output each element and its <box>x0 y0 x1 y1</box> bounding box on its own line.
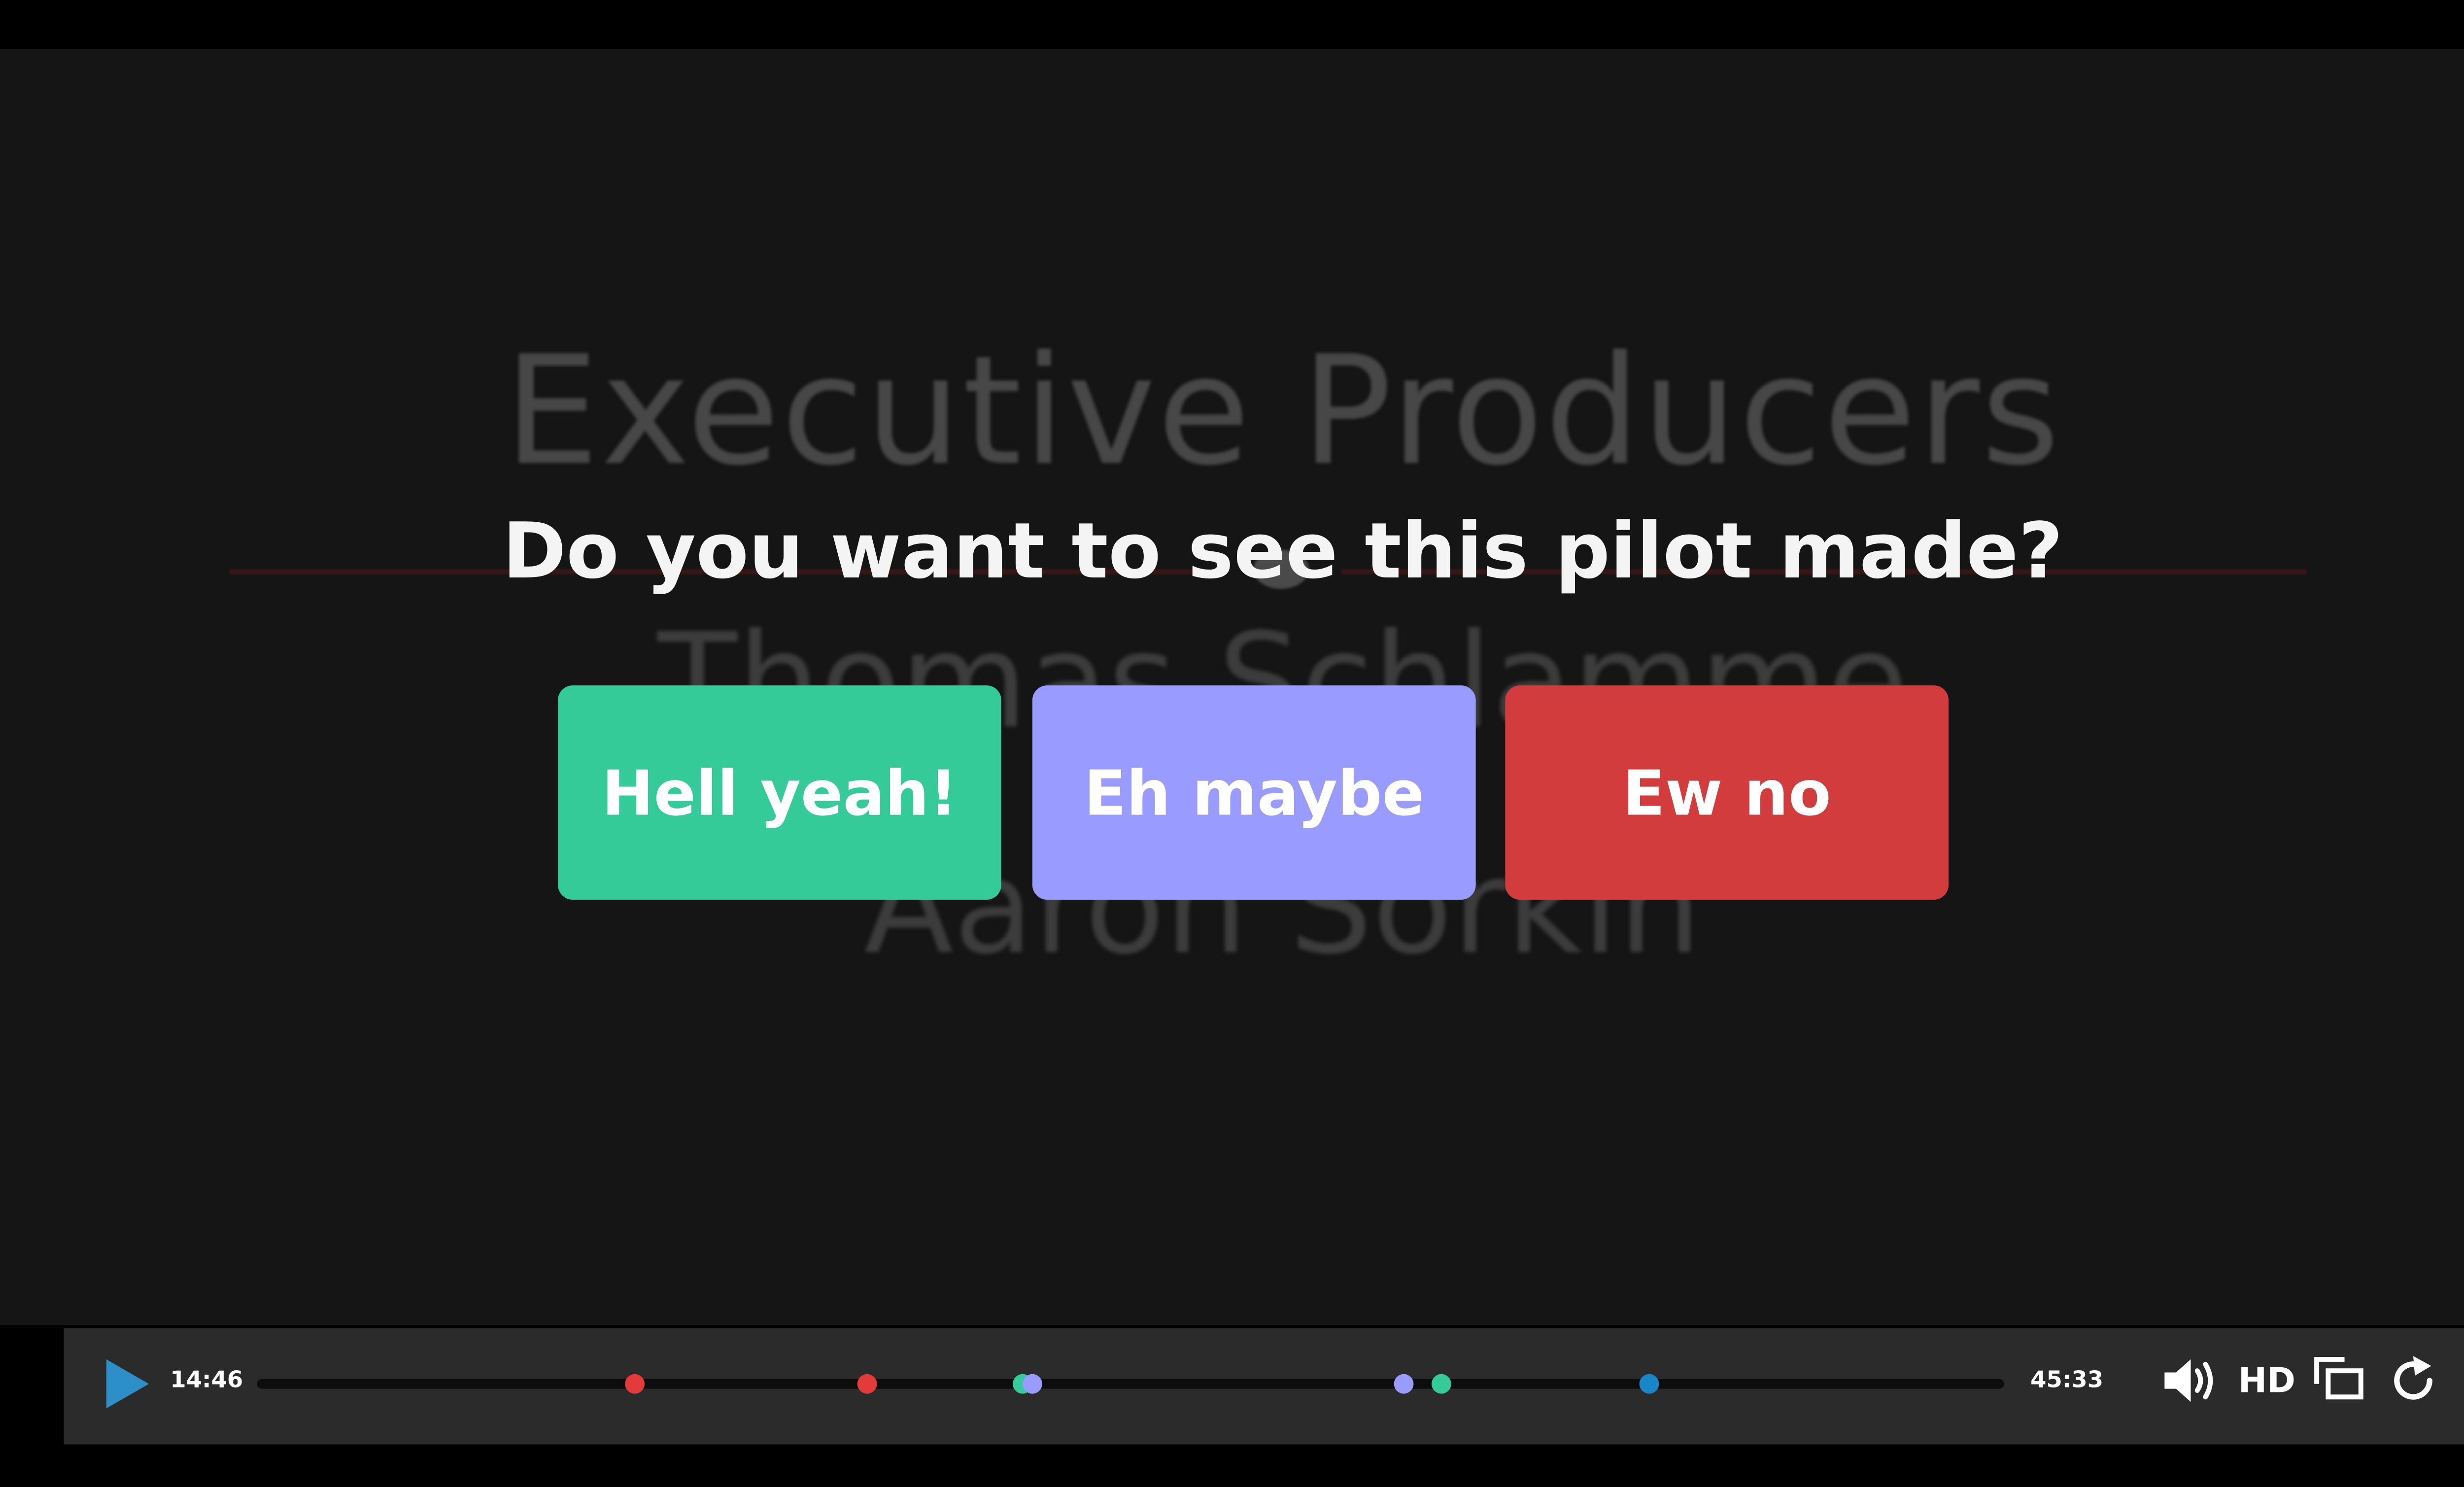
eh-maybe-button[interactable]: Eh maybe <box>1032 685 1476 900</box>
vote-marker[interactable] <box>624 1374 645 1394</box>
video-player-stage: Executive Producers Thomas Schlamme Aaro… <box>0 0 2464 1487</box>
play-icon[interactable] <box>103 1356 152 1412</box>
video-frame[interactable]: Executive Producers Thomas Schlamme Aaro… <box>0 49 2464 1325</box>
ew-no-button[interactable]: Ew no <box>1505 685 1949 900</box>
vote-marker[interactable] <box>1393 1374 1413 1394</box>
volume-icon[interactable] <box>2161 1356 2221 1405</box>
hell-yeah-button[interactable]: Hell yeah! <box>558 685 1001 900</box>
top-letterbox <box>0 0 2464 49</box>
player-controls-bar: 14:46 45:33 HD <box>64 1328 2464 1445</box>
vote-marker[interactable] <box>1432 1374 1452 1394</box>
credits-title: Executive Producers <box>504 324 2061 499</box>
vote-marker[interactable] <box>1023 1374 1043 1394</box>
current-time: 14:46 <box>170 1367 243 1394</box>
replay-icon[interactable] <box>2391 1356 2440 1405</box>
hd-quality-toggle[interactable]: HD <box>2238 1361 2295 1400</box>
vote-marker[interactable] <box>856 1374 877 1394</box>
progress-track[interactable] <box>257 1374 2004 1394</box>
total-duration: 45:33 <box>2030 1367 2104 1394</box>
fullscreen-icon[interactable] <box>2312 1354 2367 1404</box>
vote-marker[interactable] <box>1640 1374 1660 1394</box>
poll-question: Do you want to see this pilot made? <box>502 507 2063 597</box>
